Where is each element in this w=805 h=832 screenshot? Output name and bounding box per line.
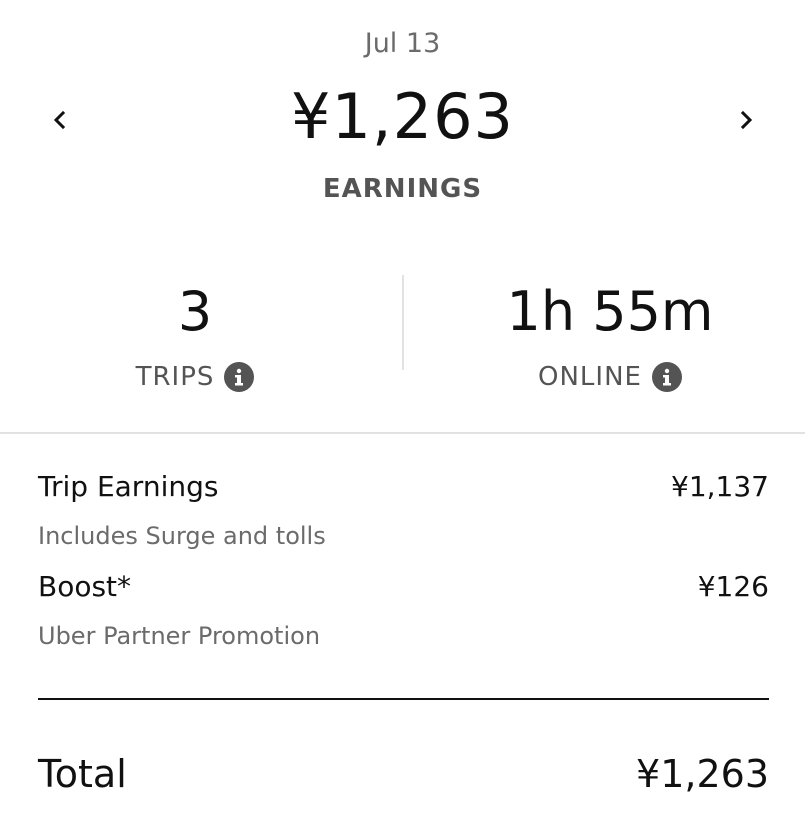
- earnings-amount: ¥1,263: [291, 80, 514, 153]
- total-label: Total: [38, 752, 127, 796]
- date-label: Jul 13: [364, 28, 441, 59]
- earnings-breakdown: Trip Earnings ¥1,137 Includes Surge and …: [38, 466, 769, 666]
- total-value: ¥1,263: [636, 752, 769, 796]
- total-row: Total ¥1,263: [38, 752, 769, 812]
- stats-section: 3 TRIPS 1h 55m ONLINE: [0, 270, 805, 400]
- earnings-header: Jul 13 ¥1,263 EARNINGS: [0, 0, 805, 230]
- trips-label-row: TRIPS: [40, 362, 350, 392]
- trips-value: 3: [177, 280, 213, 343]
- breakdown-title: Trip Earnings: [38, 470, 219, 503]
- online-stat: 1h 55m ONLINE: [455, 270, 765, 392]
- online-info-icon[interactable]: [651, 362, 682, 392]
- section-divider: [0, 432, 805, 434]
- chevron-right-icon: [740, 110, 753, 130]
- breakdown-subtitle: Uber Partner Promotion: [38, 622, 321, 650]
- stats-divider: [402, 275, 404, 370]
- breakdown-value: ¥126: [697, 570, 769, 603]
- breakdown-value: ¥1,137: [671, 470, 769, 503]
- online-label-row: ONLINE: [455, 362, 765, 392]
- total-divider: [38, 698, 769, 700]
- next-day-button[interactable]: [724, 98, 768, 142]
- online-value: 1h 55m: [506, 280, 714, 343]
- trips-label: TRIPS: [135, 362, 215, 392]
- breakdown-title: Boost*: [38, 570, 132, 603]
- trips-stat: 3 TRIPS: [40, 270, 350, 392]
- trips-info-icon[interactable]: [224, 362, 255, 392]
- online-label: ONLINE: [538, 362, 642, 392]
- breakdown-row-trip-earnings[interactable]: Trip Earnings ¥1,137 Includes Surge and …: [38, 466, 769, 566]
- breakdown-row-boost[interactable]: Boost* ¥126 Uber Partner Promotion: [38, 566, 769, 666]
- breakdown-subtitle: Includes Surge and tolls: [38, 522, 326, 550]
- earnings-label: EARNINGS: [322, 174, 483, 204]
